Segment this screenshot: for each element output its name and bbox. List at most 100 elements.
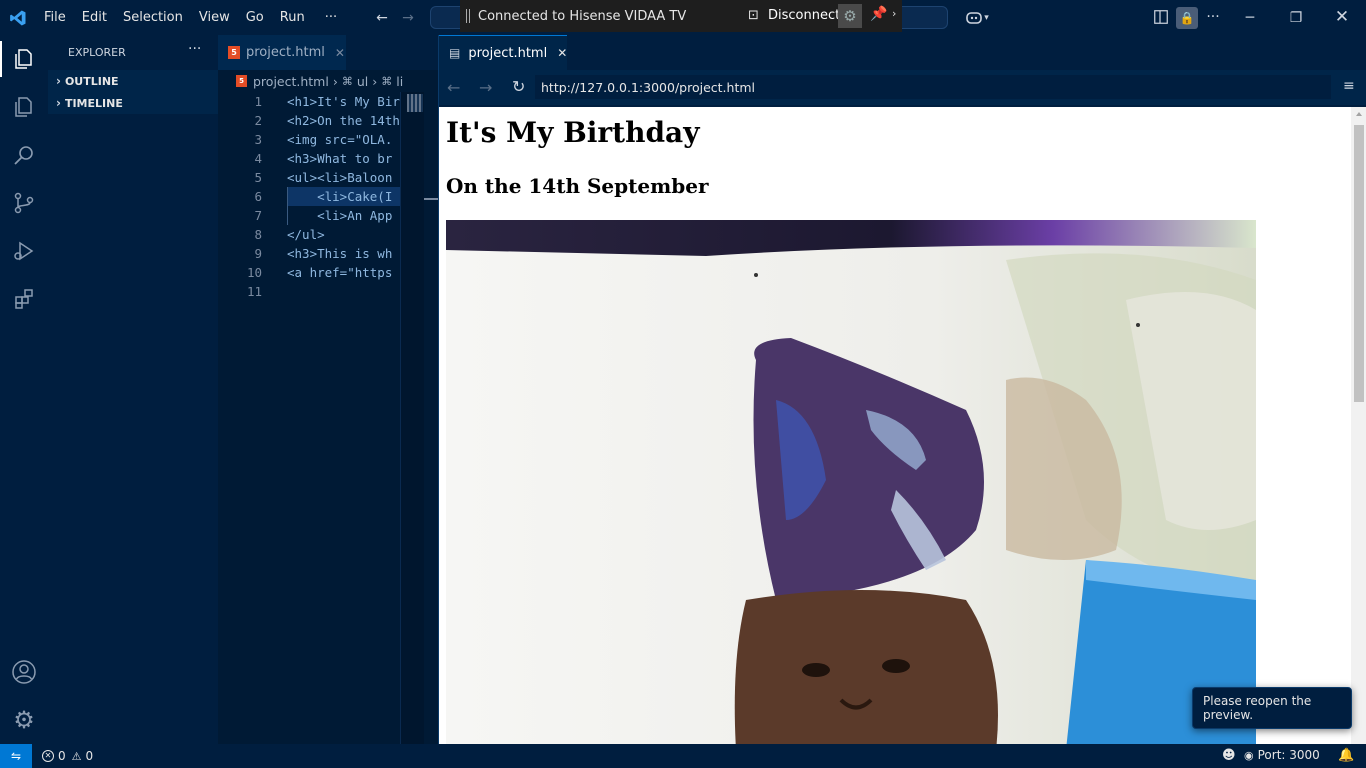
line-number: 7 [254, 208, 262, 223]
account-icon[interactable] [0, 648, 48, 696]
breadcrumb: 5 project.html › ⌘ ul › ⌘ li [218, 70, 438, 92]
code-line[interactable]: 7 <li>An App [218, 206, 400, 225]
close-tab-icon[interactable]: ✕ [335, 46, 345, 60]
pages-icon[interactable] [0, 83, 48, 131]
code-text: </ul> [287, 227, 325, 242]
code-line[interactable]: 8 </ul> [218, 225, 400, 244]
disconnect-button[interactable]: Disconnect [768, 8, 840, 23]
preview-scrollbar[interactable] [1351, 107, 1366, 744]
remote-banner-text: Connected to Hisense VIDAA TV [478, 8, 687, 24]
close-window-icon[interactable]: ✕ [1330, 7, 1354, 27]
remote-indicator[interactable]: ⇋ [0, 744, 32, 768]
copilot-icon[interactable]: ▾ [960, 8, 994, 28]
code-text: <h2>On the 14th [287, 113, 400, 128]
menu-file[interactable]: File [36, 0, 74, 35]
line-number: 1 [254, 94, 262, 109]
settings-gear-icon[interactable]: ⚙ [838, 4, 862, 28]
reload-icon[interactable]: ↻ [512, 77, 525, 96]
copilot-status-icon[interactable]: ☻ [1222, 748, 1236, 763]
editor-tab-label: project.html [246, 45, 325, 60]
code-line[interactable]: 6 <li>Cake(I [218, 187, 400, 206]
hamburger-menu-icon[interactable]: ≡ [1343, 78, 1355, 94]
code-line[interactable]: 1 <h1>It's My Bir [218, 92, 400, 111]
explorer-title: EXPLORER [68, 46, 126, 59]
outline-label: OUTLINE [64, 74, 119, 88]
preview-tab[interactable]: ▤ project.html ✕ [439, 35, 567, 70]
notifications-bell-icon[interactable]: 🔔 [1338, 748, 1354, 763]
menu-run[interactable]: Run [272, 0, 313, 35]
chevron-right-icon: › [56, 74, 61, 88]
code-line[interactable]: 5 <ul><li>Baloon [218, 168, 400, 187]
menu-more[interactable]: ··· [317, 0, 345, 35]
chevron-right-icon[interactable]: › [892, 7, 896, 20]
line-number: 2 [254, 113, 262, 128]
scroll-thumb[interactable] [1354, 125, 1364, 402]
code-line[interactable]: 3 <img src="OLA. [218, 130, 400, 149]
back-arrow-icon[interactable]: ← [372, 8, 392, 28]
port-indicator[interactable]: ◉ Port: 3000 [1244, 748, 1320, 762]
timeline-section[interactable]: › TIMELINE [48, 92, 218, 114]
extensions-icon[interactable] [0, 275, 48, 323]
remote-banner: Connected to Hisense VIDAA TV ⊡ Disconne… [460, 0, 902, 32]
breadcrumb-li[interactable]: li [396, 74, 403, 89]
outline-section[interactable]: › OUTLINE [48, 70, 218, 92]
port-label: Port: 3000 [1257, 748, 1320, 762]
explorer-more-icon[interactable]: ··· [188, 41, 201, 57]
close-tab-icon[interactable]: ✕ [557, 46, 567, 60]
menu-edit[interactable]: Edit [74, 0, 115, 35]
element-icon: ⌘ [341, 74, 353, 88]
preview-tab-label: project.html [468, 45, 548, 61]
code-area[interactable]: 1 <h1>It's My Bir 2 <h2>On the 14th 3 <img sr… [218, 92, 400, 744]
explorer-icon[interactable] [0, 35, 48, 83]
code-line[interactable]: 11 [218, 282, 400, 301]
url-bar[interactable]: http://127.0.0.1:3000/project.html [535, 75, 1331, 99]
problems-indicator[interactable]: ✕ 0 ⚠ 0 [42, 749, 93, 763]
back-arrow-icon[interactable]: ← [447, 78, 460, 97]
more-actions-icon[interactable]: ··· [1204, 8, 1222, 26]
title-bar: File Edit Selection View Go Run ··· ← → … [0, 0, 1366, 35]
minimize-icon[interactable]: ─ [1238, 8, 1262, 28]
element-icon: ⌘ [381, 74, 393, 88]
status-bar: ⇋ ✕ 0 ⚠ 0 ☻ ◉ Port: 3000 🔔 [0, 744, 1366, 768]
code-text: <ul><li>Baloon [287, 170, 393, 185]
disconnect-icon: ⊡ [748, 8, 759, 23]
restore-icon[interactable]: ❐ [1284, 8, 1308, 28]
html5-icon: 5 [228, 46, 240, 59]
rendered-page: It's My Birthday On the 14th September [439, 107, 1351, 744]
forward-arrow-icon[interactable]: → [398, 8, 418, 28]
pin-icon[interactable]: 📌 [870, 6, 887, 22]
menu-selection[interactable]: Selection [115, 0, 191, 35]
toggle-panel-icon[interactable] [1152, 8, 1170, 26]
page-subheading: On the 14th September [446, 174, 709, 198]
explorer-sidebar: EXPLORER ··· › OUTLINE › TIMELINE [48, 35, 218, 744]
toast-message: Please reopen the preview. [1203, 694, 1312, 722]
line-number: 9 [254, 246, 262, 261]
drag-handle-icon [466, 9, 470, 23]
menu-view[interactable]: View [191, 0, 238, 35]
search-icon[interactable] [0, 131, 48, 179]
run-debug-icon[interactable] [0, 227, 48, 275]
manage-gear-icon[interactable]: ⚙ [0, 696, 48, 744]
code-text: <a href="https [287, 265, 393, 280]
breadcrumb-separator-icon: › [372, 73, 378, 89]
page-heading: It's My Birthday [446, 116, 700, 149]
line-number: 4 [254, 151, 262, 166]
code-line[interactable]: 4 <h3>What to br [218, 149, 400, 168]
line-number: 5 [254, 170, 262, 185]
editor-scrollbar[interactable] [424, 92, 438, 744]
timeline-label: TIMELINE [64, 96, 123, 110]
breadcrumb-file[interactable]: project.html [253, 74, 329, 89]
lock-icon[interactable]: 🔒 [1176, 7, 1198, 29]
breadcrumb-ul[interactable]: ul [357, 74, 368, 89]
code-line[interactable]: 9 <h3>This is wh [218, 244, 400, 263]
code-line[interactable]: 10 <a href="https [218, 263, 400, 282]
forward-arrow-icon[interactable]: → [479, 78, 492, 97]
code-line[interactable]: 2 <h2>On the 14th [218, 111, 400, 130]
source-control-icon[interactable] [0, 179, 48, 227]
minimap[interactable] [400, 92, 424, 744]
code-text: <li>Cake(I [287, 189, 393, 204]
editor-tab[interactable]: 5 project.html ✕ [218, 35, 346, 70]
browser-preview: ▤ project.html ✕ ← → ↻ http://127.0.0.1:… [438, 35, 1366, 744]
scroll-up-arrow-icon[interactable] [1356, 112, 1362, 116]
menu-go[interactable]: Go [238, 0, 272, 35]
